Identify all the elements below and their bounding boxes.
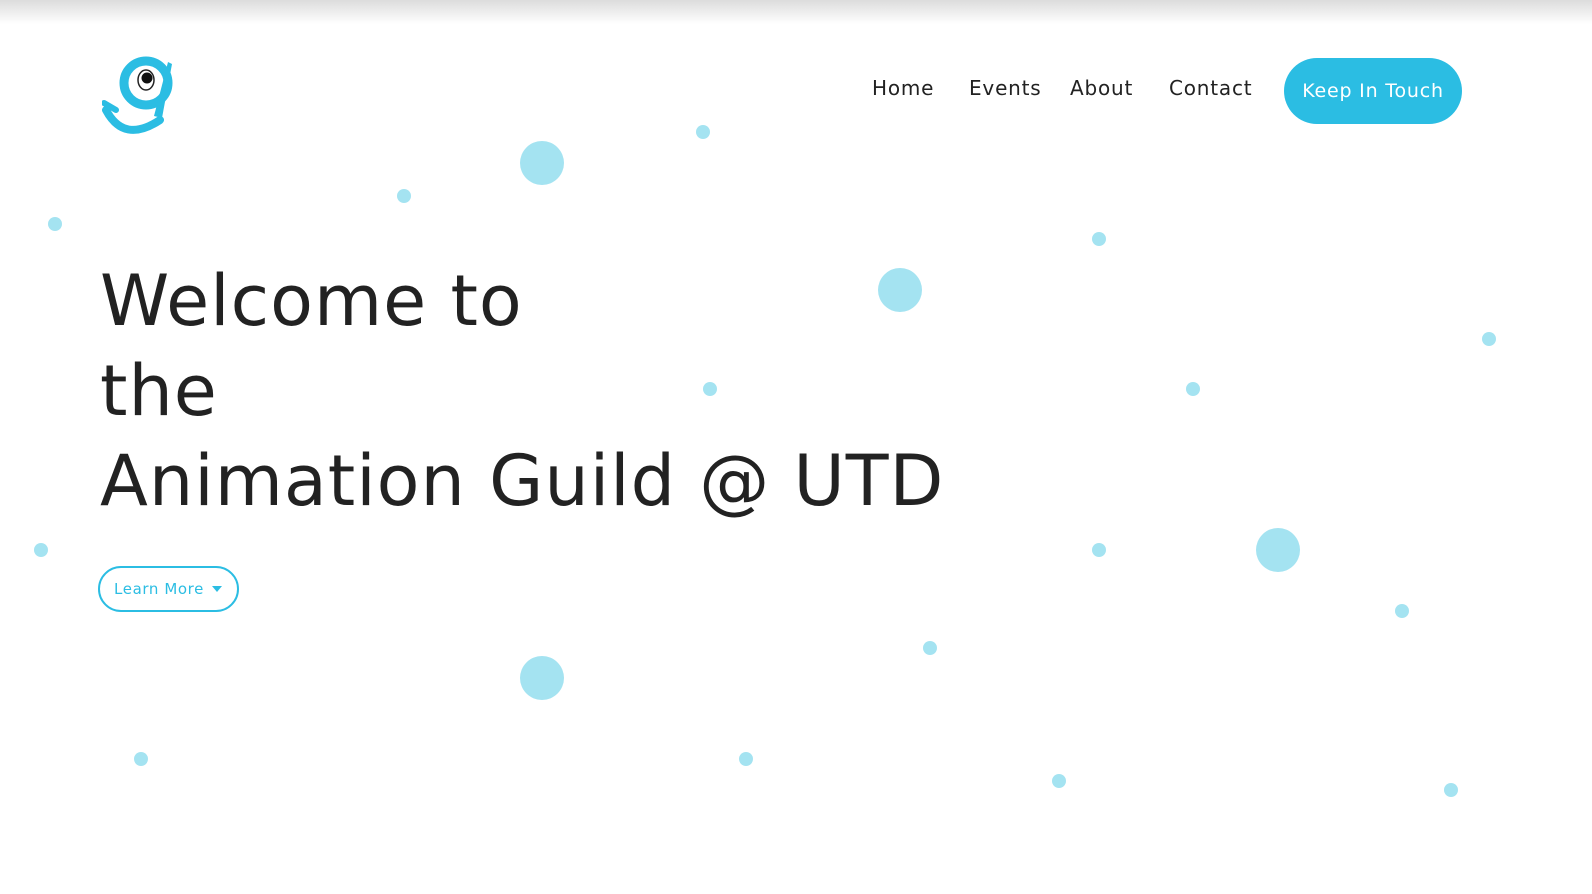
keep-in-touch-button[interactable]: Keep In Touch <box>1284 58 1462 124</box>
landing-page: Home Events About Contact Keep In Touch … <box>0 0 1592 894</box>
background-dot <box>134 752 148 766</box>
background-dot <box>1256 528 1300 572</box>
background-dot <box>397 189 411 203</box>
hero-title-line: the <box>100 350 218 432</box>
nav-about[interactable]: About <box>1070 76 1133 100</box>
nav-contact[interactable]: Contact <box>1169 76 1252 100</box>
background-dot <box>739 752 753 766</box>
learn-more-button[interactable]: Learn More <box>98 566 239 612</box>
background-dot <box>1482 332 1496 346</box>
nav-events[interactable]: Events <box>969 76 1042 100</box>
caret-down-icon <box>211 586 222 592</box>
hero-title-line: Welcome to <box>100 260 523 342</box>
background-dot <box>520 656 564 700</box>
background-dot <box>1092 543 1106 557</box>
background-dot <box>1092 232 1106 246</box>
background-dot <box>520 141 564 185</box>
hero-title: Welcome to the Animation Guild @ UTD <box>100 256 1000 526</box>
background-dot <box>1395 604 1409 618</box>
nav-home[interactable]: Home <box>872 76 934 100</box>
background-dot <box>34 543 48 557</box>
background-dot <box>48 217 62 231</box>
hero-title-line: Animation Guild @ UTD <box>100 440 945 522</box>
background-dot <box>1186 382 1200 396</box>
background-dot <box>923 641 937 655</box>
background-dot <box>696 125 710 139</box>
background-dot <box>1052 774 1066 788</box>
learn-more-label: Learn More <box>114 580 204 598</box>
background-dot <box>1444 783 1458 797</box>
